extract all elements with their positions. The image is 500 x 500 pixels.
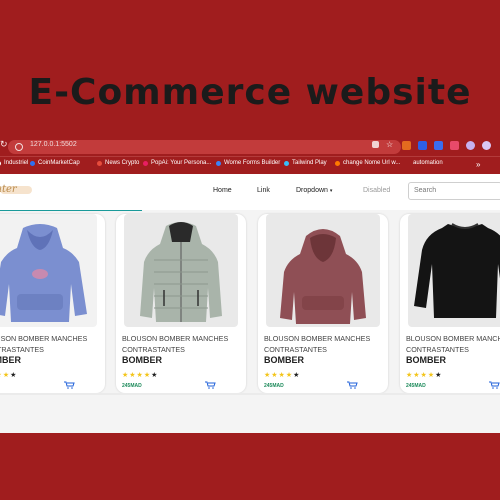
coinmarketcap-icon	[30, 160, 35, 166]
bookmark-item[interactable]: Industriel	[0, 160, 28, 166]
rating-stars: ★★★★★	[0, 371, 17, 379]
bookmark-icon	[0, 160, 1, 166]
product-price: 245MAD	[122, 383, 142, 389]
cart-icon[interactable]	[347, 381, 358, 389]
caret-down-icon: ▾	[329, 188, 333, 194]
url-text: 127.0.0.1:5502	[30, 141, 77, 148]
product-price: 245MAD	[264, 383, 284, 389]
bookmark-item[interactable]: automation	[413, 160, 443, 166]
extension-puzzle-icon[interactable]	[466, 141, 475, 150]
more-bookmarks-icon[interactable]: »	[476, 160, 480, 169]
bookmark-item[interactable]: change Nome Url w...	[335, 160, 400, 166]
product-name: BLOUSON BOMBER MANCHES CONTRASTANTES	[264, 334, 371, 354]
forms-icon	[216, 160, 221, 166]
product-name: BLOUSON BOMBER MANCHES CONTRASTANTES	[406, 334, 500, 354]
star-icon: ★	[10, 372, 18, 379]
extension-mail-icon[interactable]	[450, 141, 459, 150]
banner-title: E-Commerce website	[28, 72, 472, 113]
bookmark-item[interactable]: News Crypto	[97, 160, 139, 166]
chrome-icon	[335, 160, 340, 166]
popai-icon	[143, 160, 148, 166]
product-title: BOMBER	[264, 355, 304, 365]
product-name: BLOUSON BOMBER MANCHES CONTRASTANTES	[0, 334, 88, 354]
product-title: BOMBER	[406, 355, 446, 365]
rating-stars: ★★★★★	[264, 371, 300, 379]
product-image[interactable]	[0, 214, 97, 327]
bookmarks-bar: Industriel CoinMarketCap News Crypto Pop…	[0, 156, 500, 174]
product-card[interactable]: BLOUSON BOMBER MANCHES CONTRASTANTES BOM…	[116, 214, 246, 393]
rating-stars: ★★★★★	[122, 371, 158, 379]
bookmark-item[interactable]: Tailwind Play	[284, 160, 327, 166]
product-title: BOMBER	[122, 355, 162, 365]
star-icon: ★	[151, 372, 159, 379]
product-price: 245MAD	[406, 383, 426, 389]
extension-shield-icon[interactable]	[418, 141, 427, 150]
star-icon: ★★★★	[0, 372, 11, 379]
cart-icon[interactable]	[64, 381, 75, 389]
star-icon: ★	[435, 372, 443, 379]
star-icon[interactable]: ☆	[386, 141, 395, 150]
bookmark-item[interactable]: Wome Forms Builder	[216, 160, 280, 166]
cart-icon[interactable]	[489, 381, 500, 389]
product-image[interactable]	[408, 214, 500, 327]
rating-stars: ★★★★★	[406, 371, 442, 379]
product-card[interactable]: BLOUSON BOMBER MANCHES CONTRASTANTES BOM…	[0, 214, 105, 393]
page-divider	[0, 393, 500, 395]
logo[interactable]: ater	[0, 184, 17, 195]
extension-k-icon[interactable]	[434, 141, 443, 150]
navbar-accent-line	[0, 210, 142, 211]
url-field[interactable]: 127.0.0.1:5502	[8, 140, 401, 154]
nav-link[interactable]: Link	[257, 187, 270, 194]
star-icon: ★★★★	[264, 372, 294, 379]
product-card[interactable]: BLOUSON BOMBER MANCHES CONTRASTANTES BOM…	[400, 214, 500, 393]
grey-puffer-jacket-image	[140, 222, 222, 322]
extension-icons: ☆	[372, 141, 491, 150]
tailwind-icon	[284, 160, 289, 166]
star-icon: ★★★★	[122, 372, 152, 379]
product-image[interactable]	[266, 214, 380, 327]
browser-window: ↻ 127.0.0.1:5502 ☆ Industriel CoinMarket…	[0, 137, 500, 433]
web-page: ater Home Link Dropdown ▾ Disabled Searc…	[0, 174, 500, 433]
product-image[interactable]	[124, 214, 238, 327]
profile-icon[interactable]	[482, 141, 491, 150]
black-sweater-image	[414, 223, 500, 318]
reload-icon[interactable]: ↻	[0, 139, 8, 150]
search-input[interactable]: Search	[408, 182, 500, 200]
cart-icon[interactable]	[205, 381, 216, 389]
nav-disabled: Disabled	[363, 187, 391, 194]
bookmark-item[interactable]: PopAi: Your Persona...	[143, 160, 211, 166]
news-icon	[97, 160, 102, 166]
maroon-hoodie-image	[280, 229, 366, 324]
star-icon: ★	[293, 372, 301, 379]
nav-dropdown[interactable]: Dropdown ▾	[296, 187, 332, 194]
site-info-icon[interactable]	[15, 143, 23, 151]
product-title: BOMBER	[0, 355, 21, 365]
product-name: BLOUSON BOMBER MANCHES CONTRASTANTES	[122, 334, 229, 354]
blue-hoodie-image	[0, 224, 87, 322]
navbar: ater Home Link Dropdown ▾ Disabled Searc…	[0, 174, 500, 210]
extension-fox-icon[interactable]	[402, 141, 411, 150]
address-bar: ↻ 127.0.0.1:5502 ☆	[0, 137, 500, 156]
star-icon: ★★★★	[406, 372, 436, 379]
nav-home[interactable]: Home	[213, 187, 232, 194]
product-card[interactable]: BLOUSON BOMBER MANCHES CONTRASTANTES BOM…	[258, 214, 388, 393]
bookmark-item[interactable]: CoinMarketCap	[30, 160, 80, 166]
translate-icon[interactable]	[372, 141, 379, 148]
